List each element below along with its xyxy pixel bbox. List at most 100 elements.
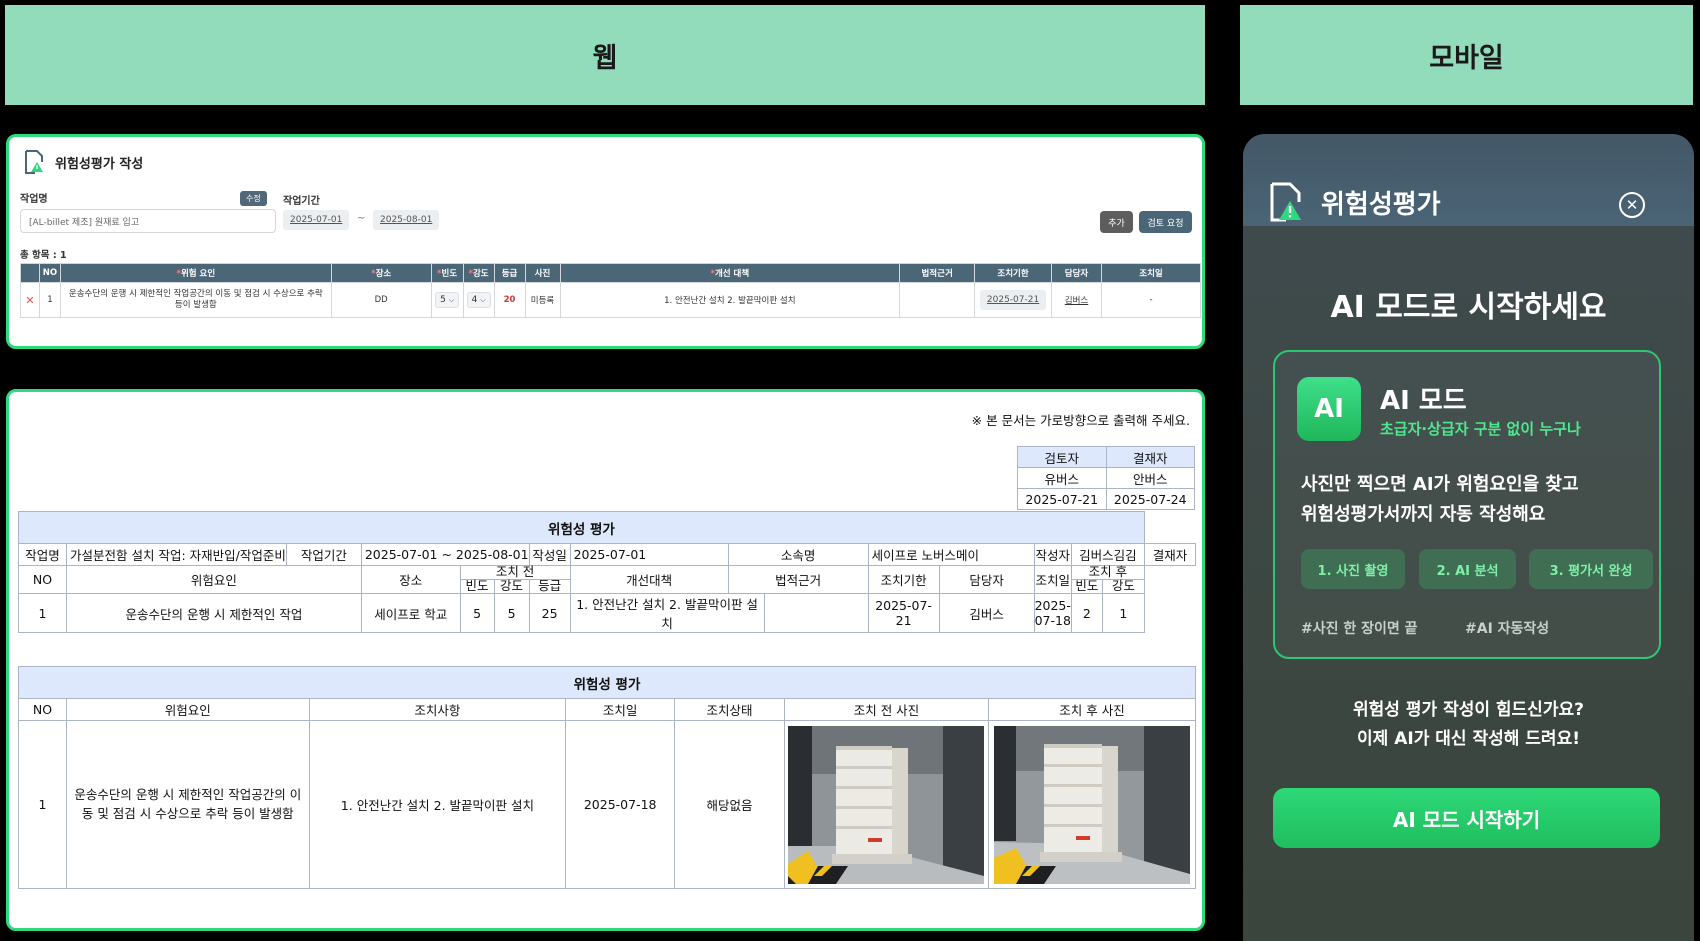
t1-row-manager: 김버스 — [938, 593, 1035, 633]
before-photo-image — [788, 725, 985, 884]
row-legal[interactable] — [899, 282, 976, 318]
print-note: ※ 본 문서는 가로방향으로 출력해 주세요. — [971, 413, 1190, 428]
col-risk: *위험 요인 — [59, 263, 332, 283]
risk-assessment-form-panel: 위험성평가 작성 작업명 수정 [AL-billet 제조] 원재료 입고 작업… — [6, 134, 1205, 349]
document-warning-icon — [25, 150, 43, 174]
t2-col-after-photo: 조치 후 사진 — [987, 698, 1197, 721]
step-chip-analysis: 2. AI 분석 — [1419, 549, 1516, 589]
row-deadline[interactable]: 2025-07-21 — [974, 282, 1053, 318]
t1-row-freq: 5 — [459, 593, 495, 633]
edit-badge[interactable]: 수정 — [240, 191, 267, 206]
tag-auto-write: #AI 자동작성 — [1465, 621, 1550, 637]
ai-card-desc-line1: 사진만 찍으면 AI가 위험요인을 찾고 — [1301, 474, 1579, 495]
col-measure: *개선 대책 — [559, 263, 901, 283]
deadline-chip[interactable]: 2025-07-21 — [979, 290, 1047, 310]
ai-card-title: AI 모드 — [1380, 386, 1467, 416]
table2-title: 위험성 평가 — [18, 666, 1196, 699]
row-photo[interactable]: 미등록 — [524, 282, 561, 318]
meta-author: 김버스김김 — [1070, 543, 1145, 566]
sev-select[interactable]: 4 ⌵ — [466, 292, 491, 308]
t2-row-risk: 운송수단의 운행 시 제한적인 작업공간의 이동 및 점검 시 수상으로 추락 … — [65, 720, 310, 889]
meta-written-label: 작성일 — [528, 543, 571, 566]
row-sev[interactable]: 4 ⌵ — [462, 282, 495, 318]
close-icon[interactable]: ✕ — [1619, 192, 1645, 218]
approval-header-reviewer: 검토자 — [1017, 446, 1107, 468]
meta-org: 세이프로 노버스메이 — [867, 543, 1035, 566]
mobile-ai-mode-screen: 위험성평가 ✕ AI 모드로 시작하세요 AI AI 모드 초급자·상급자 구분… — [1243, 134, 1694, 941]
t2-row-measure: 1. 안전난간 설치 2. 발끝막이판 설치 — [308, 720, 567, 889]
meta-written-date: 2025-07-01 — [569, 543, 729, 566]
t1-col-no: NO — [18, 565, 67, 594]
review-request-button[interactable]: 검토 요청 — [1139, 211, 1192, 233]
approval-table: 검토자 결재자 유버스 안버스 2025-07-21 2025-07-24 — [1017, 446, 1195, 510]
question-line1: 위험성 평가 작성이 힘드신가요? — [1353, 700, 1584, 720]
total-items-label: 총 항목 : 1 — [20, 250, 67, 261]
tag-one-photo: #사진 한 장이면 끝 — [1301, 621, 1418, 637]
risk-assessment-table: 위험성 평가 작업명 가설분전함 설치 작업: 자재반입/작업준비 작업기간 2… — [18, 511, 1197, 633]
row-place[interactable]: DD — [330, 282, 432, 318]
table-row: ✕ 1 운송수단의 운행 시 제한적인 작업공간의 이동 및 점검 시 수상으로… — [20, 282, 1201, 318]
t1-col-place: 장소 — [360, 565, 461, 594]
row-manager[interactable]: 김버스 — [1051, 282, 1102, 318]
add-button[interactable]: 추가 — [1100, 211, 1133, 233]
meta-approver-label: 결재자 — [1143, 543, 1197, 566]
step-chip-photo: 1. 사진 촬영 — [1301, 549, 1405, 589]
t1-col-legal: 법적근거 — [727, 565, 869, 594]
t2-col-risk: 위험요인 — [65, 698, 310, 721]
t2-row-date: 2025-07-18 — [565, 720, 676, 889]
meta-period-label: 작업기간 — [285, 543, 362, 566]
form-title: 위험성평가 작성 — [55, 156, 144, 172]
t1-row-freq-after: 2 — [1070, 593, 1103, 633]
col-action-date: 조치일 — [1101, 263, 1201, 283]
t1-row-place: 세이프로 학교 — [360, 593, 461, 633]
ai-card-subtitle: 초급자·상급자 구분 없이 누구나 — [1380, 420, 1581, 438]
t1-row-measure: 1. 안전난간 설치 2. 발끝막이판 설치 — [569, 593, 765, 633]
t1-sub-freq-after: 빈도 — [1070, 579, 1103, 594]
col-deadline: 조치기한 — [974, 263, 1053, 283]
col-photo: 사진 — [524, 263, 561, 283]
table1-meta-row: 작업명 가설분전함 설치 작업: 자재반입/작업준비 작업기간 2025-07-… — [18, 543, 1197, 566]
ai-badge-icon: AI — [1297, 377, 1361, 441]
t1-col-manager: 담당자 — [938, 565, 1035, 594]
t1-row-no: 1 — [18, 593, 67, 633]
col-place-label: 장소 — [375, 269, 392, 279]
row-measure[interactable]: 1. 안전난간 설치 2. 발끝막이판 설치 — [559, 282, 901, 318]
row-risk[interactable]: 운송수단의 운행 시 제한적인 작업공간의 이동 및 점검 시 수상으로 추락 … — [59, 282, 332, 318]
work-name-input[interactable]: [AL-billet 제조] 원재료 입고 — [20, 209, 276, 233]
document-warning-icon — [1270, 182, 1301, 222]
mobile-headline: AI 모드로 시작하세요 — [1330, 290, 1607, 325]
ai-mode-card[interactable]: AI AI 모드 초급자·상급자 구분 없이 누구나 사진만 찍으면 AI가 위… — [1273, 350, 1661, 659]
chevron-down-icon: ⌵ — [448, 295, 455, 304]
table-header-row: NO *위험 요인 *장소 *빈도 *강도 등급 사진 *개선 대책 법적근거 … — [20, 263, 1201, 283]
t1-sub-freq: 빈도 — [459, 579, 495, 594]
period-start-date[interactable]: 2025-07-01 — [283, 210, 350, 230]
delete-row-icon[interactable]: ✕ — [20, 282, 40, 318]
meta-org-label: 소속명 — [727, 543, 869, 566]
after-photo-image — [993, 725, 1190, 884]
freq-select[interactable]: 5 ⌵ — [435, 292, 460, 308]
meta-period: 2025-07-01 ~ 2025-08-01 — [360, 543, 530, 566]
mobile-header: 모바일 — [1240, 5, 1693, 105]
start-ai-mode-button[interactable]: AI 모드 시작하기 — [1273, 788, 1660, 848]
t1-row-sev-after: 1 — [1101, 593, 1145, 633]
col-freq: *빈도 — [430, 263, 464, 283]
t2-col-measure: 조치사항 — [308, 698, 567, 721]
question-line2: 이제 AI가 대신 작성해 드려요! — [1357, 729, 1580, 749]
before-photo-cell — [783, 720, 989, 889]
approval-reviewer-name: 유버스 — [1017, 467, 1107, 489]
t1-row-risk: 운송수단의 운행 시 제한적인 작업 — [66, 593, 362, 633]
approval-reviewer-date: 2025-07-21 — [1017, 488, 1107, 510]
row-freq[interactable]: 5 ⌵ — [430, 282, 464, 318]
row-no: 1 — [38, 282, 61, 318]
t2-col-date: 조치일 — [565, 698, 676, 721]
t1-row-deadline: 2025-07-21 — [867, 593, 940, 633]
ai-card-desc-line2: 위험성평가서까지 자동 작성해요 — [1301, 504, 1546, 525]
col-place: *장소 — [330, 263, 432, 283]
row-action-date: - — [1101, 282, 1201, 318]
work-period-label: 작업기간 — [283, 196, 320, 207]
approval-approver-date: 2025-07-24 — [1105, 488, 1195, 510]
period-end-date[interactable]: 2025-08-01 — [373, 210, 440, 230]
approval-approver-name: 안버스 — [1105, 467, 1195, 489]
approval-header-approver: 결재자 — [1105, 446, 1195, 468]
t1-row-action-date: 2025-07-18 — [1033, 593, 1072, 633]
